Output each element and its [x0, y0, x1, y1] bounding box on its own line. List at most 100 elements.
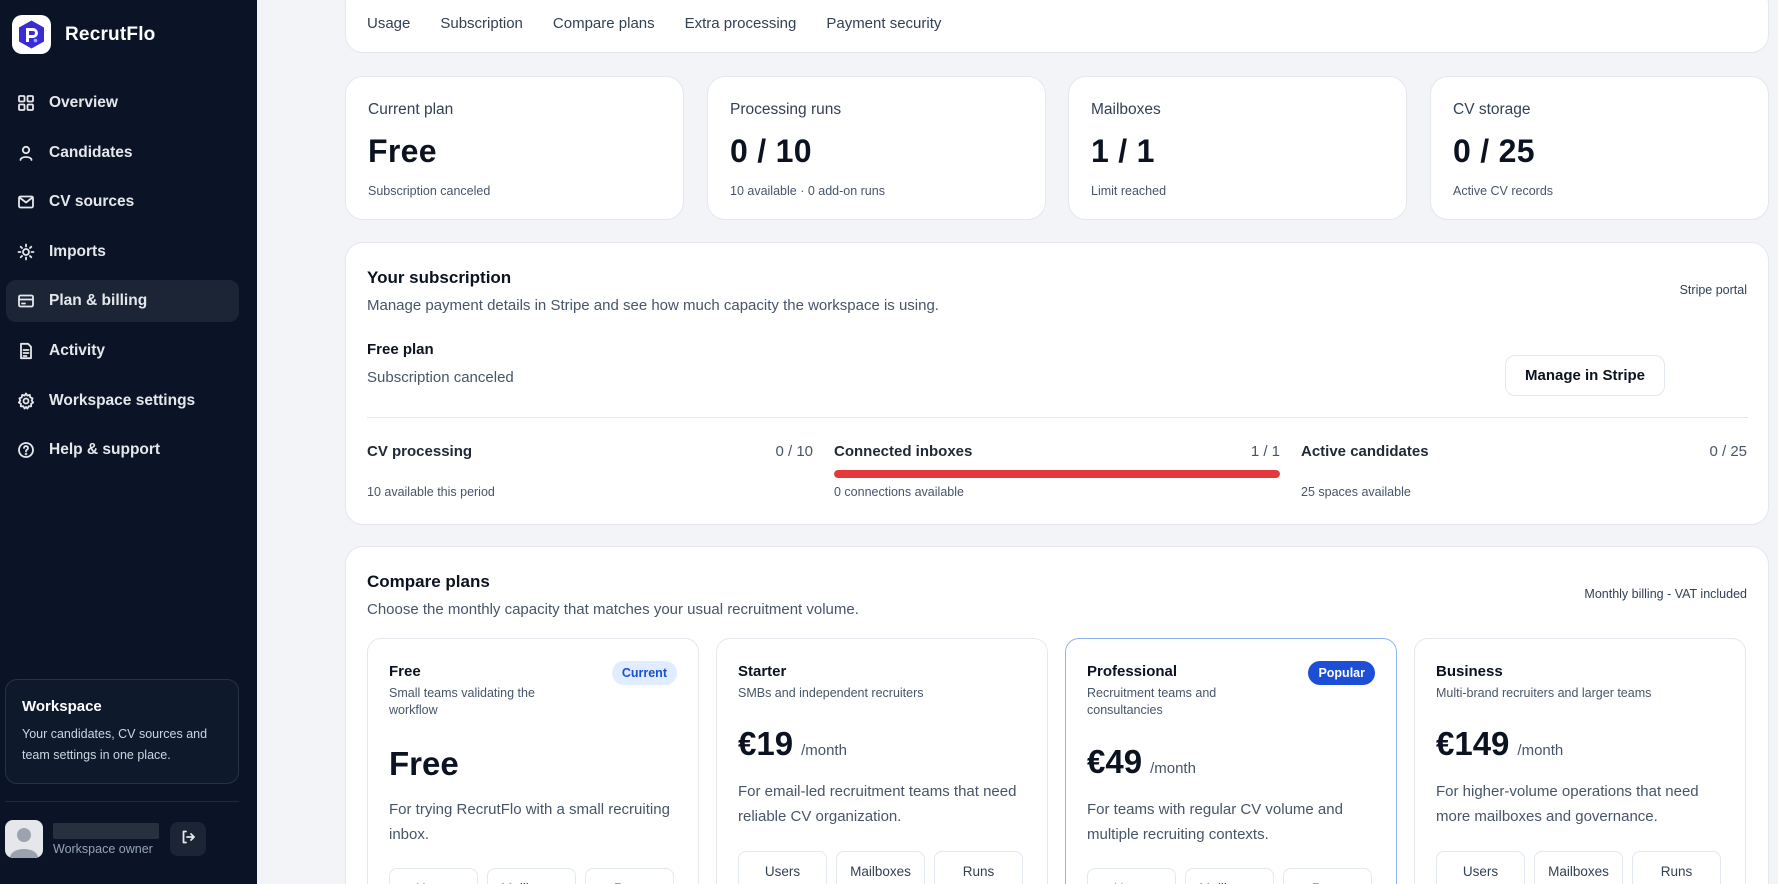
- gear-icon: [17, 392, 35, 410]
- workspace-title: Workspace: [22, 698, 102, 715]
- workspace-description: Your candidates, CV sources and team set…: [22, 727, 208, 762]
- sidebar-item-activity[interactable]: Activity: [6, 330, 239, 372]
- sidebar-nav: Overview Candidates CV sources Imports P…: [6, 82, 239, 479]
- sidebar-item-cv-sources[interactable]: CV sources: [6, 181, 239, 223]
- sidebar-item-overview[interactable]: Overview: [6, 82, 239, 124]
- stat-label: Mailboxes: [1091, 101, 1161, 118]
- user-icon: [17, 144, 35, 162]
- sidebar-item-imports[interactable]: Imports: [6, 231, 239, 273]
- plan-blurb: For teams with regular CV volume and mul…: [1087, 801, 1343, 843]
- stat-sub: Active CV records: [1453, 184, 1554, 198]
- current-badge: Current: [611, 661, 677, 685]
- compare-description: Choose the monthly capacity that matches…: [367, 601, 859, 618]
- user-role: Workspace owner: [53, 842, 153, 856]
- sidebar-item-help-support[interactable]: Help & support: [6, 429, 239, 471]
- stat-label: Processing runs: [730, 101, 842, 118]
- sidebar-item-candidates[interactable]: Candidates: [6, 132, 239, 174]
- price-row: €49 /month: [1087, 743, 1196, 781]
- price-row: €149 /month: [1436, 725, 1563, 763]
- plan-card-business[interactable]: Business Multi-brand recruiters and larg…: [1414, 638, 1746, 884]
- price-row: Free: [389, 745, 459, 783]
- stat-card-cv-storage: CV storage 0 / 25 Active CV records: [1430, 76, 1769, 220]
- manage-in-stripe-button[interactable]: Manage in Stripe: [1505, 355, 1665, 396]
- tab-subscription[interactable]: Subscription: [440, 15, 523, 32]
- tab-usage[interactable]: Usage: [367, 15, 410, 32]
- chip-mailboxes: Mailboxes: [836, 851, 925, 884]
- chip-mailboxes: Mailboxes: [487, 868, 576, 884]
- help-icon: [17, 441, 35, 459]
- plan-price: €149: [1436, 725, 1510, 762]
- stat-card-mailboxes: Mailboxes 1 / 1 Limit reached: [1068, 76, 1407, 220]
- billing-tabs: Usage Subscription Compare plans Extra p…: [345, 0, 1769, 53]
- chip-users: Users: [1087, 868, 1176, 884]
- popular-badge: Popular: [1308, 661, 1375, 685]
- workspace-card: Workspace Your candidates, CV sources an…: [5, 679, 239, 784]
- plan-blurb: For email-led recruitment teams that nee…: [738, 783, 1017, 825]
- stat-value: Free: [368, 133, 437, 169]
- user-profile[interactable]: Workspace owner: [5, 820, 239, 864]
- chip-users: Users: [1436, 851, 1525, 884]
- brand[interactable]: RecrutFlo: [12, 15, 155, 54]
- stat-sub: 10 available · 0 add-on runs: [730, 184, 885, 198]
- plan-title: Starter: [738, 663, 787, 680]
- usage-label: CV processing: [367, 443, 473, 460]
- plan-status: Subscription canceled: [367, 369, 514, 386]
- plan-description: SMBs and independent recruiters: [738, 686, 924, 700]
- plan-period: /month: [801, 742, 847, 759]
- plan-price: €19: [738, 725, 794, 762]
- stat-card-processing-runs: Processing runs 0 / 10 10 available · 0 …: [707, 76, 1046, 220]
- grid-icon: [17, 94, 35, 112]
- stat-label: Current plan: [368, 101, 454, 118]
- sidebar: RecrutFlo Overview Candidates CV sources…: [0, 0, 257, 884]
- plan-description: Multi-brand recruiters and larger teams: [1436, 686, 1652, 700]
- price-row: €19 /month: [738, 725, 847, 763]
- usage-value: 0 / 10: [775, 443, 813, 460]
- logout-icon: [180, 829, 196, 850]
- usage-bar-fill: [834, 470, 1280, 478]
- stat-sub: Subscription canceled: [368, 184, 491, 198]
- plan-blurb: For trying RecrutFlo with a small recrui…: [389, 801, 670, 843]
- plan-period: /month: [1517, 742, 1564, 759]
- sidebar-item-label: Help & support: [49, 441, 161, 459]
- sidebar-item-label: Overview: [49, 94, 118, 111]
- compare-title: Compare plans: [367, 572, 490, 591]
- plan-chips: Users Mailboxes Runs: [1087, 868, 1372, 884]
- plan-price: €49: [1087, 743, 1143, 780]
- plan-card-free[interactable]: Free Small teams validating the workflow…: [367, 638, 699, 884]
- chip-runs: Runs: [1283, 868, 1372, 884]
- plan-title: Free: [389, 663, 421, 680]
- tab-compare-plans[interactable]: Compare plans: [553, 15, 655, 32]
- chip-mailboxes: Mailboxes: [1185, 868, 1274, 884]
- tab-extra-processing[interactable]: Extra processing: [685, 15, 797, 32]
- chip-runs: Runs: [1632, 851, 1721, 884]
- plan-card-starter[interactable]: Starter SMBs and independent recruiters …: [716, 638, 1048, 884]
- subscription-card: Your subscription Manage payment details…: [345, 242, 1769, 525]
- stat-value: 0 / 10: [730, 133, 812, 169]
- stat-card-current-plan: Current plan Free Subscription canceled: [345, 76, 684, 220]
- usage-cv-processing: CV processing 0 / 10 10 available this p…: [367, 443, 813, 503]
- sidebar-item-plan-billing[interactable]: Plan & billing: [6, 280, 239, 323]
- billing-note: Monthly billing - VAT included: [1584, 587, 1747, 601]
- plan-chips: Users Mailboxes Runs: [1436, 851, 1721, 884]
- stat-label: CV storage: [1453, 101, 1531, 118]
- subscription-description: Manage payment details in Stripe and see…: [367, 297, 939, 314]
- usage-label: Active candidates: [1301, 443, 1429, 460]
- tab-payment-security[interactable]: Payment security: [826, 15, 941, 32]
- plan-description: Small teams validating the workflow: [389, 686, 535, 717]
- compare-plans-card: Compare plans Choose the monthly capacit…: [345, 546, 1769, 884]
- plan-title: Business: [1436, 663, 1503, 680]
- plan-price: Free: [389, 745, 459, 782]
- usage-sub: 25 spaces available: [1301, 485, 1411, 499]
- sidebar-item-label: Plan & billing: [49, 292, 148, 310]
- stripe-portal-label: Stripe portal: [1679, 283, 1747, 297]
- sidebar-item-workspace-settings[interactable]: Workspace settings: [6, 380, 239, 422]
- sun-icon: [17, 243, 35, 261]
- chip-mailboxes: Mailboxes: [1534, 851, 1623, 884]
- divider: [367, 417, 1748, 418]
- stat-value: 0 / 25: [1453, 133, 1535, 169]
- document-icon: [17, 342, 35, 360]
- brand-logo-icon: [12, 15, 51, 54]
- usage-bar: [367, 470, 813, 478]
- plan-card-professional[interactable]: Professional Recruitment teams and consu…: [1065, 638, 1397, 884]
- logout-button[interactable]: [170, 822, 206, 856]
